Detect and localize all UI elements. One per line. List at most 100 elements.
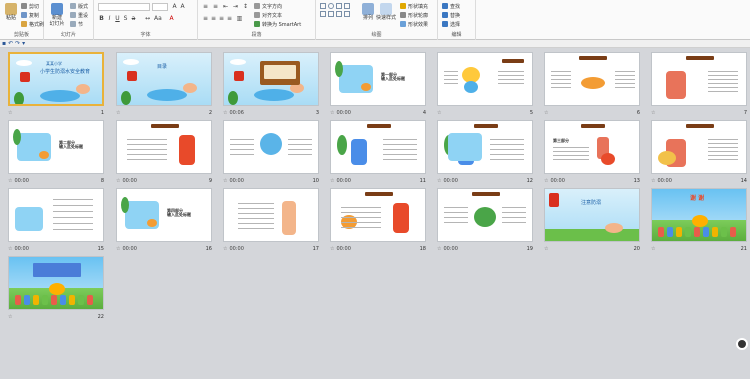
slide-transition-icon[interactable]: ☆ bbox=[437, 246, 441, 252]
grow-font-icon[interactable]: A bbox=[171, 3, 178, 10]
change-case-icon[interactable]: Aa bbox=[154, 15, 162, 22]
shadow-icon[interactable]: S bbox=[122, 15, 129, 22]
quick-styles-button[interactable]: 快速样式 bbox=[376, 3, 396, 25]
align-left-icon[interactable]: ≡ bbox=[202, 15, 209, 22]
slide-thumbnail-8[interactable]: 第二部分 输入此处标题 bbox=[8, 120, 104, 174]
slide-transition-icon[interactable]: ☆ bbox=[223, 110, 227, 116]
align-text-button[interactable]: 对齐文本 bbox=[254, 11, 282, 19]
slide-transition-icon[interactable]: ☆ bbox=[437, 178, 441, 184]
slide-transition-icon[interactable]: ☆ bbox=[116, 110, 120, 116]
slide-transition-icon[interactable]: ☆ bbox=[544, 246, 548, 252]
slide-transition-icon[interactable]: ☆ bbox=[651, 178, 655, 184]
slide-thumbnail-1[interactable]: 某某小学 小学生防溺水安全教育 bbox=[8, 52, 104, 106]
slide-transition-icon[interactable]: ☆ bbox=[116, 178, 120, 184]
section-button[interactable]: 节 bbox=[70, 20, 83, 28]
slide-transition-icon[interactable]: ☆ bbox=[330, 246, 334, 252]
slide-transition-icon[interactable]: ☆ bbox=[544, 178, 548, 184]
arrange-button[interactable]: 排列 bbox=[360, 3, 376, 25]
slide-thumbnail-22[interactable] bbox=[8, 256, 104, 310]
slide-thumbnail-12[interactable] bbox=[437, 120, 533, 174]
shape-effects-button[interactable]: 形状效果 bbox=[400, 20, 428, 28]
slide-transition-icon[interactable]: ☆ bbox=[437, 110, 441, 116]
increase-indent-icon[interactable]: ⇥ bbox=[232, 3, 239, 10]
slide-transition-icon[interactable]: ☆ bbox=[8, 110, 12, 116]
shape-rect-icon[interactable] bbox=[320, 3, 326, 9]
undo-icon[interactable]: ↶ bbox=[8, 40, 13, 47]
slide-transition-icon[interactable]: ☆ bbox=[330, 110, 334, 116]
smartart-button[interactable]: 转换为 SmartArt bbox=[254, 20, 301, 28]
font-size-combo[interactable] bbox=[152, 3, 168, 11]
font-name-combo[interactable] bbox=[98, 3, 150, 11]
layout-button[interactable]: 版式 bbox=[70, 2, 88, 10]
numbering-icon[interactable]: ≡ bbox=[212, 3, 219, 10]
font-color-icon[interactable]: A bbox=[168, 15, 175, 22]
shape-triangle-icon[interactable] bbox=[320, 11, 326, 17]
ribbon: 粘贴 剪切 复制 格式刷 剪贴板 新建 幻灯片 版式 重设 节 幻灯片 A A … bbox=[0, 0, 750, 40]
slide-thumbnail-21[interactable]: 谢 谢 bbox=[651, 188, 747, 242]
slide-transition-icon[interactable]: ☆ bbox=[8, 246, 12, 252]
slide-transition-icon[interactable]: ☆ bbox=[544, 110, 548, 116]
char-spacing-icon[interactable]: ↔ bbox=[144, 15, 151, 22]
shape-fill-button[interactable]: 形状填充 bbox=[400, 2, 428, 10]
replace-button[interactable]: 替换 bbox=[442, 11, 460, 19]
shape-arrow-icon[interactable] bbox=[344, 3, 350, 9]
slide-thumbnail-6[interactable] bbox=[544, 52, 640, 106]
slide-section-title: 第二部分 输入此处标题 bbox=[59, 140, 83, 149]
slide-transition-icon[interactable]: ☆ bbox=[330, 178, 334, 184]
shape-star-icon[interactable] bbox=[328, 11, 334, 17]
columns-icon[interactable]: ▥ bbox=[236, 15, 243, 22]
slide-thumbnail-15[interactable] bbox=[8, 188, 104, 242]
slide-thumbnail-18[interactable] bbox=[330, 188, 426, 242]
slide-thumbnail-10[interactable] bbox=[223, 120, 319, 174]
slide-footer: ☆ 00:00 bbox=[8, 245, 104, 253]
save-icon[interactable]: ▪ bbox=[2, 40, 6, 47]
strikethrough-icon[interactable]: a bbox=[130, 15, 137, 22]
select-button[interactable]: 选择 bbox=[442, 20, 460, 28]
shrink-font-icon[interactable]: A bbox=[179, 3, 186, 10]
justify-icon[interactable]: ≡ bbox=[226, 15, 233, 22]
slide-thumbnail-7[interactable] bbox=[651, 52, 747, 106]
slide-transition-icon[interactable]: ☆ bbox=[651, 246, 655, 252]
slide-thumbnail-20[interactable]: 注意防溺 bbox=[544, 188, 640, 242]
slide-transition-icon[interactable]: ☆ bbox=[223, 178, 227, 184]
line-spacing-icon[interactable]: ↕ bbox=[242, 3, 249, 10]
reset-button[interactable]: 重设 bbox=[70, 11, 88, 19]
slide-thumbnail-2[interactable]: 目录 bbox=[116, 52, 212, 106]
shape-brace-icon[interactable] bbox=[344, 11, 350, 17]
text-direction-button[interactable]: 文字方向 bbox=[254, 2, 282, 10]
decrease-indent-icon[interactable]: ⇤ bbox=[222, 3, 229, 10]
slide-thumbnail-9[interactable] bbox=[116, 120, 212, 174]
cut-button[interactable]: 剪切 bbox=[21, 2, 39, 10]
slide-thumbnail-14[interactable] bbox=[651, 120, 747, 174]
slide-transition-icon[interactable]: ☆ bbox=[223, 246, 227, 252]
slide-transition-icon[interactable]: ☆ bbox=[8, 314, 12, 320]
slide-thumbnail-17[interactable] bbox=[223, 188, 319, 242]
shape-callout-icon[interactable] bbox=[336, 11, 342, 17]
slide-thumbnail-13[interactable]: 第三部分 bbox=[544, 120, 640, 174]
align-center-icon[interactable]: ≡ bbox=[210, 15, 217, 22]
new-slide-button[interactable]: 新建 幻灯片 bbox=[48, 3, 66, 27]
slide-thumbnail-3[interactable] bbox=[223, 52, 319, 106]
customize-qat-icon[interactable]: ▾ bbox=[22, 40, 25, 47]
bullets-icon[interactable]: ≡ bbox=[202, 3, 209, 10]
slide-thumbnail-5[interactable] bbox=[437, 52, 533, 106]
find-button[interactable]: 查找 bbox=[442, 2, 460, 10]
bold-icon[interactable]: B bbox=[98, 15, 105, 22]
slide-thumbnail-16[interactable]: 第四部分 输入此处标题 bbox=[116, 188, 212, 242]
slide-transition-icon[interactable]: ☆ bbox=[116, 246, 120, 252]
underline-icon[interactable]: U bbox=[114, 15, 121, 22]
format-painter-button[interactable]: 格式刷 bbox=[21, 20, 44, 28]
align-right-icon[interactable]: ≡ bbox=[218, 15, 225, 22]
slide-thumbnail-11[interactable] bbox=[330, 120, 426, 174]
slide-transition-icon[interactable]: ☆ bbox=[8, 178, 12, 184]
slide-thumbnail-4[interactable]: 第一部分 输入此处标题 bbox=[330, 52, 426, 106]
slide-transition-icon[interactable]: ☆ bbox=[651, 110, 655, 116]
redo-icon[interactable]: ↷ bbox=[15, 40, 20, 47]
shape-outline-button[interactable]: 形状轮廓 bbox=[400, 11, 428, 19]
shape-line-icon[interactable] bbox=[336, 3, 342, 9]
copy-button[interactable]: 复制 bbox=[21, 11, 39, 19]
paste-button[interactable]: 粘贴 bbox=[3, 3, 19, 25]
slide-thumbnail-19[interactable] bbox=[437, 188, 533, 242]
shape-oval-icon[interactable] bbox=[328, 3, 334, 9]
italic-icon[interactable]: I bbox=[106, 15, 113, 22]
